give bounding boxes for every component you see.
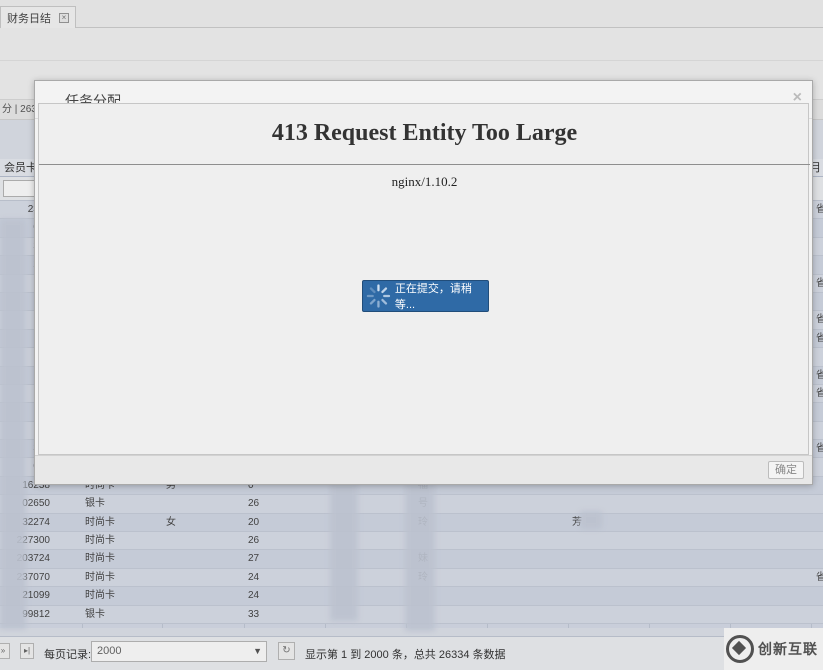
error-divider [39,164,810,165]
submitting-indicator: 正在提交，请稍等... [362,280,489,312]
dialog-content-frame: 413 Request Entity Too Large nginx/1.10.… [38,103,810,455]
confirm-button[interactable]: 确定 [768,461,804,479]
loading-text: 正在提交，请稍等... [394,283,472,311]
dialog-footer: 确定 [35,455,812,484]
server-signature: nginx/1.10.2 [391,174,458,189]
task-assign-dialog: 任务分配 × 413 Request Entity Too Large ngin… [34,80,813,485]
error-heading: 413 Request Entity Too Large [271,120,578,146]
spinner-icon [366,284,391,308]
